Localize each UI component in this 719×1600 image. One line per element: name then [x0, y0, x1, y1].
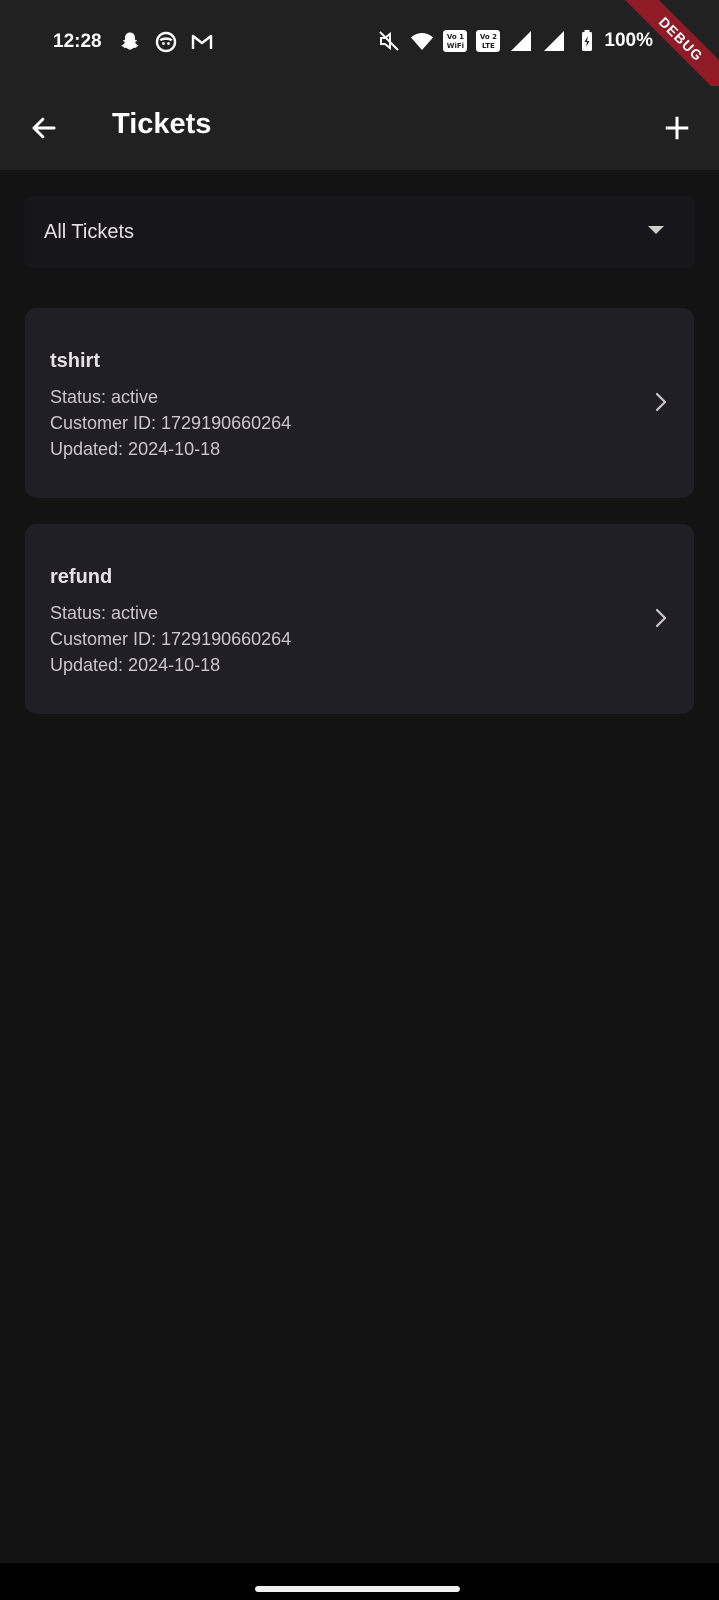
debug-banner-label: DEBUG: [623, 0, 719, 97]
ticket-name: refund: [50, 566, 113, 588]
volte-lte-badge: Vo 2 LTE: [476, 30, 501, 52]
chevron-right-icon: [655, 608, 667, 628]
battery-charging-icon: [582, 30, 593, 51]
app-bar: Tickets: [0, 86, 719, 170]
add-ticket-button[interactable]: [653, 104, 701, 152]
signal-icon: [544, 31, 565, 51]
gmail-icon: [191, 34, 213, 49]
ticket-name: tshirt: [50, 350, 100, 372]
volte-wifi-badge: Vo 1 WiFi: [443, 30, 468, 52]
status-time: 12:28: [53, 31, 102, 52]
ticket-updated: Updated: 2024-10-18: [50, 439, 221, 459]
arrow-back-icon: [32, 117, 56, 139]
signal-icon: [511, 31, 532, 51]
mute-icon: [379, 31, 400, 51]
messenger-icon: [155, 31, 177, 53]
filter-selected-value: All Tickets: [44, 221, 135, 243]
ticket-customer-id: Customer ID: 1729190660264: [50, 629, 292, 649]
ticket-status: Status: active: [50, 603, 159, 623]
status-bar: 12:28 Vo 1 WiFi Vo 2 LTE 100%: [0, 0, 719, 86]
chevron-right-icon: [655, 392, 667, 412]
ticket-card[interactable]: tshirt Status: active Customer ID: 17291…: [25, 308, 694, 498]
ticket-card[interactable]: refund Status: active Customer ID: 17291…: [25, 524, 694, 714]
ticket-status: Status: active: [50, 387, 159, 407]
ticket-updated: Updated: 2024-10-18: [50, 655, 221, 675]
ticket-filter-dropdown[interactable]: All Tickets: [25, 196, 694, 268]
ticket-customer-id: Customer ID: 1729190660264: [50, 413, 292, 433]
status-left-icons: [118, 30, 214, 54]
snapchat-icon: [121, 32, 139, 50]
navigation-bar: [0, 1563, 719, 1600]
debug-banner: DEBUG: [619, 0, 719, 100]
dropdown-arrow-icon: [648, 226, 664, 234]
status-right-icons: Vo 1 WiFi Vo 2 LTE 100%: [377, 29, 653, 53]
back-button[interactable]: [20, 104, 68, 152]
wifi-icon: [411, 33, 434, 50]
home-indicator[interactable]: [255, 1586, 460, 1592]
page-title: Tickets: [112, 108, 212, 140]
add-icon: [665, 116, 689, 140]
